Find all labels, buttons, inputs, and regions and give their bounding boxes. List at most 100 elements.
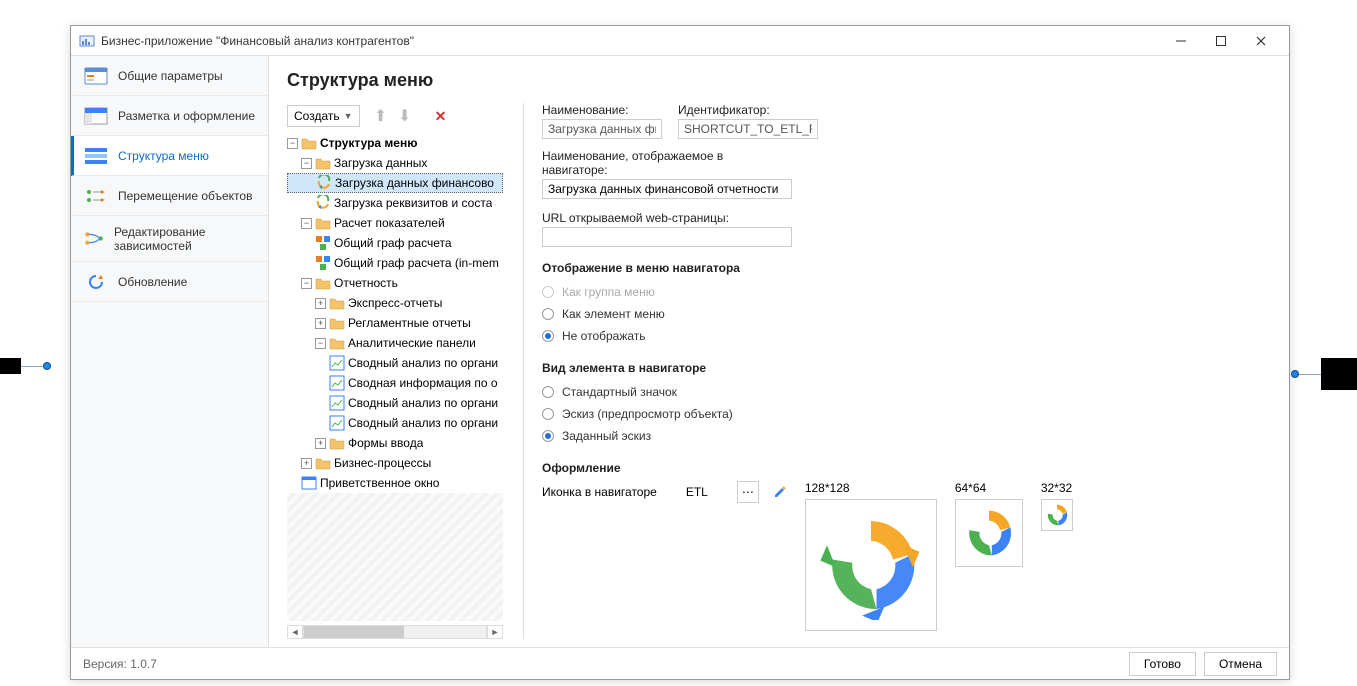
chevron-down-icon: ▼: [344, 111, 353, 121]
create-button[interactable]: Создать ▼: [287, 105, 360, 127]
id-label: Идентификатор:: [678, 103, 818, 117]
tree-node-selected[interactable]: Загрузка данных финансово: [287, 173, 503, 193]
graph-icon: [315, 256, 331, 270]
side-note-right: Ра ая об ть: [1291, 358, 1357, 390]
id-input[interactable]: [678, 119, 818, 139]
titlebar: Бизнес-приложение "Финансовый анализ кон…: [71, 26, 1289, 56]
welcome-icon: [301, 476, 317, 490]
tree-node[interactable]: +Экспресс-отчеты: [287, 293, 503, 313]
url-label: URL открываемой web-страницы:: [542, 211, 792, 225]
kind-opt-standard[interactable]: Стандартный значок: [542, 381, 1271, 403]
tree-node[interactable]: +Формы ввода: [287, 433, 503, 453]
nav-name-input[interactable]: [542, 179, 792, 199]
display-opt-item[interactable]: Как элемент меню: [542, 303, 1271, 325]
dashboard-icon: [329, 416, 345, 430]
tree[interactable]: −Структура меню −Загрузка данных Загрузк…: [287, 133, 503, 621]
tree-node[interactable]: Сводная информация по о: [287, 373, 503, 393]
deps-icon: [84, 229, 104, 249]
etl-icon: [315, 196, 331, 210]
sidebar-item-deps[interactable]: Редактирование зависимостей: [71, 216, 268, 262]
maximize-button[interactable]: [1201, 27, 1241, 55]
sidebar-item-layout[interactable]: Разметка и оформление: [71, 96, 268, 136]
move-up-button[interactable]: ⬆: [370, 105, 392, 127]
icon-label: Иконка в навигаторе: [542, 485, 657, 499]
radio-label: Стандартный значок: [562, 385, 677, 399]
version-label: Версия: 1.0.7: [83, 657, 1121, 671]
layout-icon: [84, 106, 108, 126]
side-note-left-text: Бо: [0, 358, 21, 374]
tree-horizontal-scrollbar[interactable]: ◄►: [287, 625, 503, 639]
name-input[interactable]: [542, 119, 662, 139]
app-icon: [79, 33, 95, 49]
sidebar-item-update[interactable]: Обновление: [71, 262, 268, 302]
tree-node[interactable]: Приветственное окно: [287, 473, 503, 493]
tree-node[interactable]: −Расчет показателей: [287, 213, 503, 233]
tree-node[interactable]: −Отчетность: [287, 273, 503, 293]
url-input[interactable]: [542, 227, 792, 247]
tree-node[interactable]: Сводный анализ по органи: [287, 413, 503, 433]
cancel-button[interactable]: Отмена: [1204, 652, 1277, 676]
dashboard-icon: [329, 396, 345, 410]
design-section-head: Оформление: [542, 461, 1271, 475]
tree-node[interactable]: Сводный анализ по органи: [287, 353, 503, 373]
minimize-button[interactable]: [1161, 27, 1201, 55]
structure-icon: [84, 146, 108, 166]
sidebar-item-menu-structure[interactable]: Структура меню: [71, 136, 268, 176]
delete-button[interactable]: ✕: [430, 105, 452, 127]
name-label: Наименование:: [542, 103, 662, 117]
sidebar-item-label: Перемещение объектов: [118, 189, 252, 203]
radio-label: Как группа меню: [562, 285, 655, 299]
preview-128: 128*128: [805, 481, 937, 631]
tree-node[interactable]: Общий граф расчета: [287, 233, 503, 253]
sidebar-item-move[interactable]: Перемещение объектов: [71, 176, 268, 216]
kind-opt-preview[interactable]: Эскиз (предпросмотр объекта): [542, 403, 1271, 425]
tree-node[interactable]: Сводный анализ по органи: [287, 393, 503, 413]
radio-icon: [542, 308, 554, 320]
create-button-label: Создать: [294, 109, 340, 123]
display-opt-group[interactable]: Как группа меню: [542, 281, 1271, 303]
sidebar: Общие параметры Разметка и оформление Ст…: [71, 56, 269, 647]
icon-value: ETL: [667, 485, 727, 499]
edit-icon-button[interactable]: [769, 481, 791, 503]
tree-panel: Создать ▼ ⬆ ⬇ ✕ −Структура меню −Загрузк…: [287, 103, 503, 639]
dashboard-icon: [329, 356, 345, 370]
preview-64: 64*64: [955, 481, 1023, 567]
sidebar-item-label: Общие параметры: [118, 69, 223, 83]
ok-button[interactable]: Готово: [1129, 652, 1196, 676]
kind-opt-custom[interactable]: Заданный эскиз: [542, 425, 1271, 447]
tree-node[interactable]: −Аналитические панели: [287, 333, 503, 353]
tree-toolbar: Создать ▼ ⬆ ⬇ ✕: [287, 103, 503, 129]
sidebar-item-label: Редактирование зависимостей: [114, 225, 258, 253]
tree-node[interactable]: Общий граф расчета (in-mem: [287, 253, 503, 273]
preview-32: 32*32: [1041, 481, 1073, 531]
tree-node[interactable]: +Регламентные отчеты: [287, 313, 503, 333]
display-section-head: Отображение в меню навигатора: [542, 261, 1271, 275]
radio-icon: [542, 430, 554, 442]
nav-name-label: Наименование, отображаемое в навигаторе:: [542, 149, 792, 177]
main-panel: Структура меню Создать ▼ ⬆ ⬇ ✕: [269, 56, 1289, 647]
browse-button[interactable]: ⋯: [737, 481, 759, 503]
display-opt-hide[interactable]: Не отображать: [542, 325, 1271, 347]
tree-node[interactable]: −Загрузка данных: [287, 153, 503, 173]
sidebar-item-label: Разметка и оформление: [118, 109, 255, 123]
radio-label: Эскиз (предпросмотр объекта): [562, 407, 733, 421]
radio-label: Не отображать: [562, 329, 646, 343]
tree-node[interactable]: Загрузка реквизитов и соста: [287, 193, 503, 213]
tree-root[interactable]: −Структура меню: [287, 133, 503, 153]
preview-caption: 128*128: [805, 481, 937, 495]
preview-caption: 64*64: [955, 481, 1023, 495]
kind-section-head: Вид элемента в навигаторе: [542, 361, 1271, 375]
sidebar-item-common[interactable]: Общие параметры: [71, 56, 268, 96]
app-window: Бизнес-приложение "Финансовый анализ кон…: [70, 25, 1290, 680]
footer: Версия: 1.0.7 Готово Отмена: [71, 647, 1289, 679]
tree-node[interactable]: +Бизнес-процессы: [287, 453, 503, 473]
dashboard-icon: [329, 376, 345, 390]
radio-label: Как элемент меню: [562, 307, 665, 321]
preview-box-128: [805, 499, 937, 631]
preview-box-64: [955, 499, 1023, 567]
sidebar-item-label: Обновление: [118, 275, 187, 289]
close-button[interactable]: [1241, 27, 1281, 55]
preview-box-32: [1041, 499, 1073, 531]
page-title: Структура меню: [287, 70, 1271, 91]
move-down-button[interactable]: ⬇: [394, 105, 416, 127]
